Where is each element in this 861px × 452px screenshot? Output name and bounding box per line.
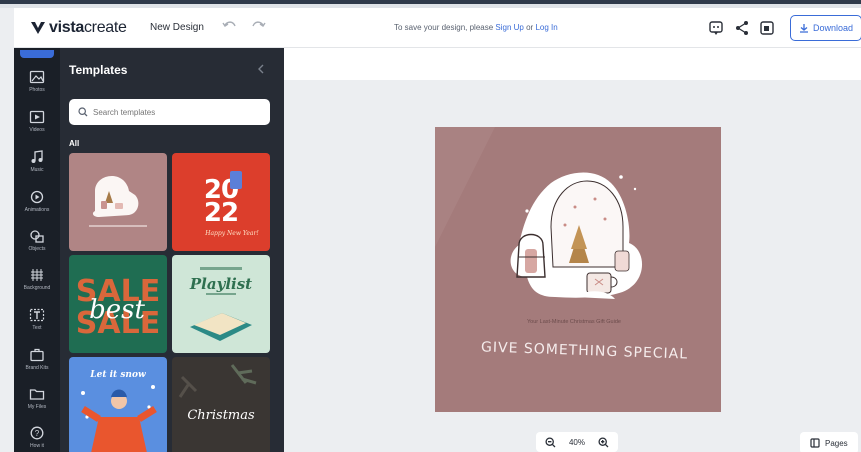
nav-item-background[interactable]: Background — [14, 266, 60, 304]
download-label: Download — [813, 23, 854, 33]
pages-label: Pages — [825, 438, 848, 448]
template-search[interactable] — [69, 99, 270, 125]
let-it-snow-thumbnail: Let it snow — [81, 370, 157, 452]
zoom-controls: 40% — [536, 432, 618, 452]
folder-icon — [29, 389, 45, 400]
undo-icon[interactable] — [222, 20, 238, 34]
objects-icon — [30, 230, 44, 243]
browser-strip — [0, 0, 861, 8]
zoom-out-icon[interactable] — [545, 436, 556, 448]
panel-title: Templates — [69, 63, 128, 77]
tpl5-script: Let it snow — [89, 370, 146, 380]
help-icon: ? — [30, 426, 44, 440]
nav-active-indicator — [20, 50, 54, 58]
photo-icon — [29, 70, 45, 84]
nav-label-videos: Videos — [29, 127, 45, 133]
nav-label-music: Music — [30, 167, 44, 173]
design-name-field[interactable]: New Design — [150, 22, 204, 33]
template-card-christmas[interactable]: Christmas — [172, 357, 270, 452]
animation-icon — [30, 190, 44, 204]
download-button[interactable]: Download — [790, 15, 861, 41]
nav-item-text[interactable]: Text — [14, 306, 60, 344]
save-message: To save your design, please Sign Up or L… — [394, 23, 558, 32]
templates-panel: Templates All 20 22 Happy New — [60, 48, 284, 452]
tpl2-small-text: Happy New Year! — [204, 230, 259, 237]
nav-item-photos[interactable]: Photos — [14, 68, 60, 106]
top-header: vistacreate New Design To save your desi… — [14, 8, 861, 48]
logo-mark-icon — [31, 22, 45, 34]
snow-globe-thumbnail — [89, 175, 147, 227]
nav-label-brand-kits: Brand Kits — [25, 365, 49, 371]
nav-label-help: How it — [30, 443, 44, 449]
collapse-panel-icon[interactable] — [255, 63, 267, 75]
logo-text-bold: vista — [49, 19, 84, 36]
tpl2-bottom-digits: 22 — [204, 198, 238, 228]
best-sale-thumbnail: SALE SALE best — [76, 274, 160, 341]
design-artboard[interactable]: Your Last-Minute Christmas Gift Guide GI… — [435, 127, 721, 412]
template-card-2022[interactable]: 20 22 Happy New Year! — [172, 153, 270, 251]
svg-text:?: ? — [35, 429, 40, 438]
nav-label-background: Background — [23, 285, 51, 291]
template-card-playlist[interactable]: Playlist — [172, 255, 270, 353]
vistacreate-logo[interactable]: vistacreate — [30, 18, 127, 38]
template-card-snow-globe[interactable] — [69, 153, 167, 251]
snow-globe-illustration — [435, 127, 643, 299]
app-frame: vistacreate New Design To save your desi… — [0, 0, 861, 452]
redo-icon[interactable] — [250, 20, 266, 34]
nav-item-brand-kits[interactable]: Brand Kits — [14, 346, 60, 384]
template-card-let-it-snow[interactable]: Let it snow — [69, 357, 167, 452]
nav-item-help[interactable]: ? How it — [14, 424, 60, 452]
feedback-icon[interactable] — [708, 20, 724, 36]
save-message-text: To save your design, please — [394, 23, 494, 32]
text-icon — [29, 308, 45, 322]
nav-item-music[interactable]: Music — [14, 148, 60, 186]
logo-text: vistacreate — [49, 19, 127, 37]
brand-kit-icon — [30, 348, 44, 362]
nav-item-videos[interactable]: Videos — [14, 108, 60, 146]
tpl4-playlist-script: Playlist — [189, 275, 252, 293]
login-link[interactable]: Log In — [535, 23, 557, 32]
section-all-label: All — [69, 139, 80, 148]
merry-christmas-thumbnail: Christmas — [178, 364, 257, 423]
music-icon — [31, 150, 43, 163]
workspace-toolbar — [284, 48, 861, 80]
nav-item-objects[interactable]: Objects — [14, 227, 60, 265]
template-card-best-sale[interactable]: SALE SALE best — [69, 255, 167, 353]
zoom-in-icon[interactable] — [598, 436, 609, 448]
background-icon — [31, 269, 43, 281]
logo-text-light: create — [83, 19, 127, 36]
or-text: or — [526, 23, 534, 32]
nav-label-text: Text — [32, 325, 42, 331]
zoom-level: 40% — [568, 437, 585, 447]
workspace: Your Last-Minute Christmas Gift Guide GI… — [284, 48, 861, 452]
tpl3-best-script: best — [89, 295, 145, 325]
nav-item-animations[interactable]: Animations — [14, 188, 60, 226]
tpl6-script: Christmas — [187, 408, 255, 423]
pages-icon — [810, 438, 820, 448]
year-2022-thumbnail: 20 22 Happy New Year! — [204, 171, 259, 237]
video-icon — [29, 110, 45, 124]
signup-link[interactable]: Sign Up — [495, 23, 523, 32]
search-input[interactable] — [93, 107, 263, 117]
nav-item-my-files[interactable]: My Files — [14, 385, 60, 423]
nav-label-animations: Animations — [24, 207, 50, 213]
pages-button[interactable]: Pages — [800, 432, 858, 452]
artboard-subtitle[interactable]: Your Last-Minute Christmas Gift Guide — [527, 319, 621, 325]
playlist-thumbnail: Playlist — [189, 267, 252, 341]
nav-label-objects: Objects — [28, 246, 46, 252]
share-icon[interactable] — [734, 20, 750, 36]
download-icon — [800, 24, 808, 33]
resize-icon[interactable] — [759, 20, 775, 36]
nav-label-photos: Photos — [29, 87, 45, 93]
left-nav: Photos Videos Music Animations Objects B… — [14, 48, 60, 452]
nav-label-my-files: My Files — [27, 404, 47, 410]
search-icon — [78, 107, 88, 117]
